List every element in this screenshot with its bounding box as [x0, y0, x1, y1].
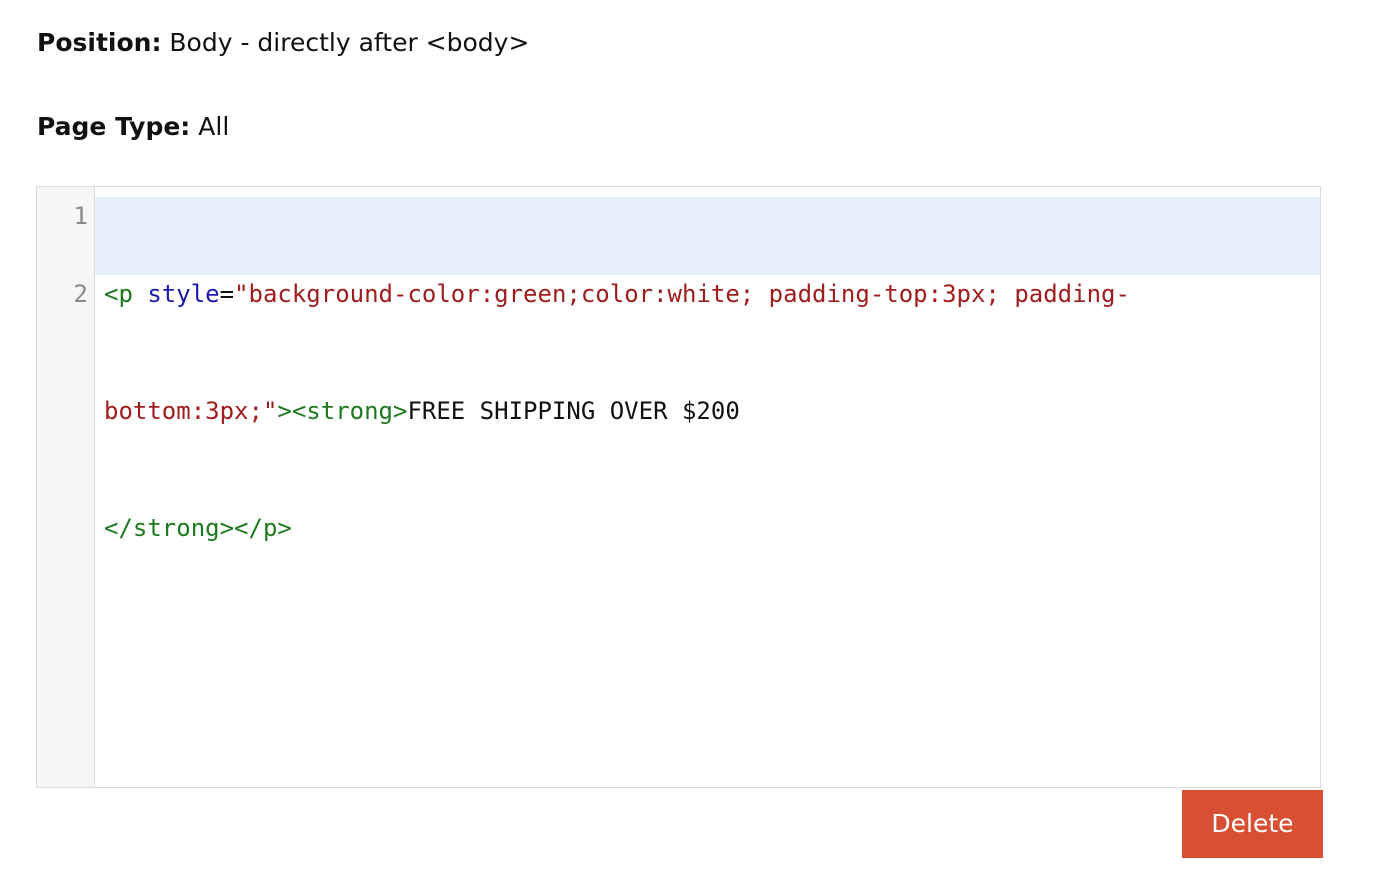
code-line: </strong></p> [104, 509, 1308, 548]
line-number: 1 [73, 202, 88, 230]
code-token-text: FREE SHIPPING OVER $200 [407, 397, 740, 425]
delete-button[interactable]: Delete [1182, 790, 1323, 858]
page-type-label: Page Type: [37, 112, 191, 141]
code-token-text: = [219, 280, 235, 308]
code-line: <p style="background-color:green;color:w… [104, 275, 1308, 314]
page-type-row: Page Type: All [37, 112, 229, 142]
position-label: Position: [37, 28, 162, 57]
position-row: Position: Body - directly after <body> [37, 28, 529, 58]
line-number-gutter: 1 2 [37, 187, 95, 787]
code-token-tag: <p [104, 280, 133, 308]
line-number: 2 [73, 280, 88, 308]
code-content[interactable]: <p style="background-color:green;color:w… [104, 197, 1308, 626]
code-token-str: bottom:3px;" [104, 397, 278, 425]
page-type-value: All [198, 112, 230, 141]
code-line-wrapped: bottom:3px;"><strong>FREE SHIPPING OVER … [104, 392, 1308, 431]
code-editor[interactable]: 1 2 <p style="background-color:green;col… [36, 186, 1321, 788]
code-token-tag: </strong></p> [104, 514, 292, 542]
code-token-attr: style [147, 280, 220, 308]
position-value: Body - directly after <body> [169, 28, 530, 57]
code-token-tag: ><strong> [277, 397, 408, 425]
code-token-str: "background-color:green;color:white; pad… [234, 280, 1130, 308]
